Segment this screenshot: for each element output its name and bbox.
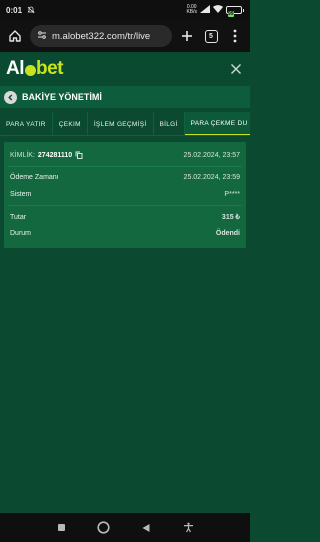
transaction-card: KİMLİK: 274281110 25.02.2024, 23:57 Ödem…	[4, 142, 246, 248]
amount-row: Tutar 315 ₺	[10, 213, 240, 222]
tab-withdraw[interactable]: ÇEKIM	[53, 112, 88, 135]
site-settings-icon[interactable]	[37, 27, 47, 45]
system-value: P****	[224, 191, 240, 198]
amount-label: Tutar	[10, 213, 27, 221]
payment-time-value: 25.02.2024, 23:59	[183, 174, 240, 181]
page-title: BAKİYE YÖNETİMİ	[22, 92, 102, 102]
back-nav-button[interactable]	[139, 521, 153, 535]
triangle-back-icon	[142, 523, 150, 532]
plus-icon	[182, 31, 192, 41]
recents-button[interactable]	[54, 521, 68, 535]
browser-menu-button[interactable]	[226, 27, 244, 45]
home-button[interactable]	[6, 27, 24, 45]
divider	[8, 205, 242, 206]
browser-toolbar: m.alobet322.com/tr/live 5	[0, 20, 250, 52]
network-speed-unit: KB/s	[186, 9, 197, 15]
wifi-icon	[213, 5, 223, 15]
status-time: 0:01	[6, 5, 23, 15]
close-button[interactable]	[228, 61, 244, 77]
payment-time-row: Ödeme Zamanı 25.02.2024, 23:59	[10, 174, 240, 181]
bell-off-icon	[27, 6, 35, 14]
back-button[interactable]	[4, 90, 17, 104]
circle-icon	[97, 521, 110, 534]
transaction-id-label: KİMLİK:	[10, 151, 35, 159]
square-icon	[57, 524, 65, 531]
site-logo[interactable]: Al bet	[6, 58, 64, 80]
divider	[8, 166, 242, 167]
tab-count[interactable]: 5	[204, 29, 218, 43]
home-icon	[9, 30, 21, 42]
system-row: Sistem P****	[10, 191, 240, 198]
status-bar: 0:01 0.00 KB/s 99	[0, 0, 250, 20]
tab-info[interactable]: BİLGİ	[154, 112, 185, 135]
status-label: Durum	[10, 230, 32, 237]
accessibility-button[interactable]	[182, 521, 196, 535]
new-tab-button[interactable]	[178, 27, 196, 45]
network-speed: 0.00 KB/s	[186, 5, 197, 15]
status-row: Durum Ödendi	[10, 230, 240, 237]
transaction-id-value: 274281110	[37, 151, 73, 159]
accessibility-icon	[184, 522, 194, 533]
address-bar[interactable]: m.alobet322.com/tr/live	[30, 25, 172, 47]
tab-transaction-history[interactable]: İŞLEM GEÇMİŞİ	[88, 112, 154, 135]
url-text[interactable]: m.alobet322.com/tr/live	[52, 31, 150, 42]
more-vertical-icon	[233, 29, 237, 43]
tab-switcher-button[interactable]: 5	[202, 27, 220, 45]
tab-deposit[interactable]: PARA YATIR	[0, 112, 53, 135]
transaction-created-date: 25.02.2024, 23:57	[183, 151, 240, 159]
system-nav-bar	[0, 513, 250, 542]
copy-icon[interactable]	[75, 151, 83, 159]
home-nav-button[interactable]	[97, 521, 111, 535]
chevron-left-icon	[8, 93, 13, 101]
signal-icon	[200, 5, 210, 15]
page-title-row: BAKİYE YÖNETİMİ	[0, 86, 250, 108]
payment-time-label: Ödeme Zamanı	[10, 174, 59, 181]
close-icon	[231, 64, 241, 74]
logo-suffix: bet	[36, 58, 64, 79]
battery-level: 99	[228, 11, 234, 17]
transaction-id-row: KİMLİK: 274281110 25.02.2024, 23:57	[10, 151, 240, 159]
system-label: Sistem	[10, 191, 32, 198]
logo-prefix: Al	[6, 58, 25, 79]
amount-value: 315 ₺	[221, 214, 240, 221]
tab-withdraw-status[interactable]: PARA ÇEKME DU	[184, 112, 250, 135]
battery-icon: 99	[226, 6, 244, 17]
status-value: Ödendi	[215, 230, 240, 237]
site-header: Al bet	[0, 52, 250, 86]
balance-tabs: PARA YATIR ÇEKIM İŞLEM GEÇMİŞİ BİLGİ PAR…	[0, 112, 250, 136]
ball-icon	[24, 64, 36, 76]
